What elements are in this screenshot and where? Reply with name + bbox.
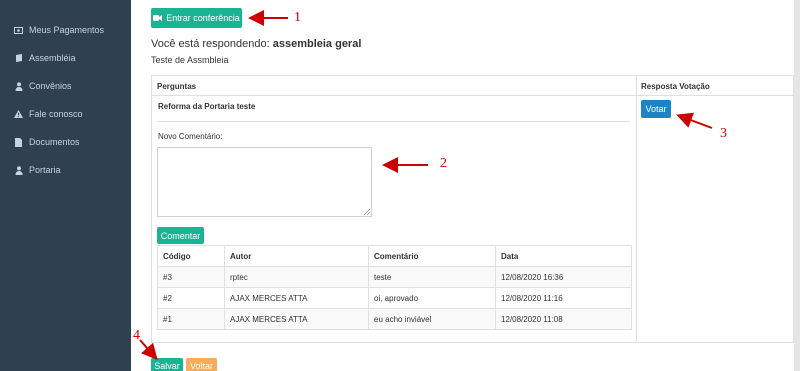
annotation-number-1: 1 bbox=[294, 10, 301, 25]
annotation-number-4: 4 bbox=[133, 328, 140, 343]
annotation-number-2: 2 bbox=[440, 156, 447, 171]
annotation-arrow-3 bbox=[676, 112, 713, 129]
annotation-arrow-4 bbox=[139, 339, 158, 360]
annotation-number-3: 3 bbox=[720, 126, 727, 141]
annotation-arrows bbox=[139, 10, 713, 360]
